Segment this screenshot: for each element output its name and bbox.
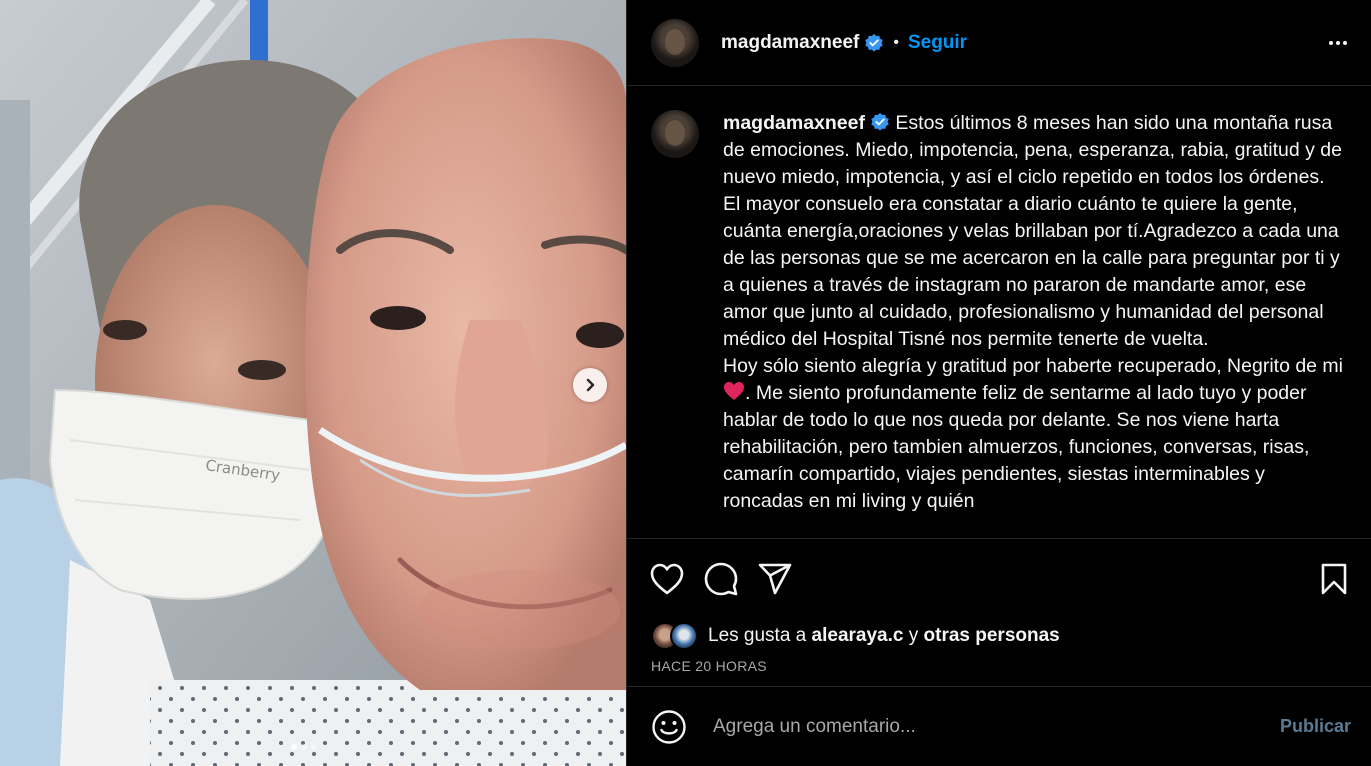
verified-badge-icon bbox=[871, 113, 889, 131]
carousel-dot bbox=[301, 744, 307, 750]
author-username[interactable]: magdamaxneef bbox=[721, 32, 859, 54]
caption-avatar[interactable] bbox=[651, 110, 699, 158]
likes-summary: Les gusta a alearaya.c y otras personas bbox=[627, 618, 1371, 654]
comment-icon bbox=[704, 562, 738, 595]
caption-row: magdamaxneef Estos últimos 8 meses han s… bbox=[651, 110, 1347, 515]
post-side-panel: magdamaxneef • Seguir magdamaxneef Estos… bbox=[626, 0, 1371, 766]
emoji-icon[interactable] bbox=[651, 709, 687, 745]
liker-avatar[interactable] bbox=[670, 622, 698, 650]
caption-username[interactable]: magdamaxneef bbox=[723, 112, 865, 134]
likes-prefix: Les gusta a bbox=[708, 625, 812, 646]
other-likers-link[interactable]: otras personas bbox=[924, 625, 1060, 646]
carousel-dot bbox=[311, 744, 317, 750]
liker-username-link[interactable]: alearaya.c bbox=[812, 625, 904, 646]
share-button[interactable] bbox=[757, 562, 793, 596]
publish-button[interactable]: Publicar bbox=[1280, 716, 1351, 737]
post-header: magdamaxneef • Seguir bbox=[627, 0, 1371, 86]
post-media: Cranberry bbox=[0, 0, 626, 766]
carousel-next-button[interactable] bbox=[573, 368, 607, 402]
bookmark-icon bbox=[1321, 563, 1347, 594]
comment-input[interactable] bbox=[711, 714, 1280, 739]
carousel-indicator bbox=[291, 744, 317, 750]
likes-connector: y bbox=[903, 625, 924, 646]
header-separator: • bbox=[893, 33, 899, 51]
post-actions-bar bbox=[627, 538, 1371, 618]
share-icon bbox=[758, 563, 792, 594]
likes-text: Les gusta a alearaya.c y otras personas bbox=[708, 625, 1060, 647]
caption-body-part1: Estos últimos 8 meses han sido una monta… bbox=[723, 112, 1344, 377]
chevron-right-icon bbox=[586, 378, 595, 392]
heart-icon bbox=[650, 563, 684, 594]
comment-button[interactable] bbox=[703, 561, 739, 597]
post-timestamp[interactable]: HACE 20 HORAS bbox=[627, 654, 1371, 678]
comment-composer: Publicar bbox=[627, 686, 1371, 766]
save-button[interactable] bbox=[1319, 562, 1349, 596]
red-heart-emoji-icon bbox=[724, 382, 744, 400]
post-photo: Cranberry bbox=[0, 0, 626, 766]
post-modal: Cranberry magdamaxneef • Seguir magdamax… bbox=[0, 0, 1371, 766]
caption-body-part2: . Me siento profundamente feliz de senta… bbox=[723, 382, 1315, 512]
verified-badge-icon bbox=[865, 33, 884, 52]
carousel-dot bbox=[291, 744, 297, 750]
like-button[interactable] bbox=[649, 562, 685, 596]
caption-text: magdamaxneef Estos últimos 8 meses han s… bbox=[723, 110, 1343, 515]
caption-section: magdamaxneef Estos últimos 8 meses han s… bbox=[627, 86, 1371, 538]
more-options-icon[interactable] bbox=[1329, 31, 1347, 55]
follow-button[interactable]: Seguir bbox=[908, 32, 967, 54]
author-avatar[interactable] bbox=[651, 18, 699, 67]
